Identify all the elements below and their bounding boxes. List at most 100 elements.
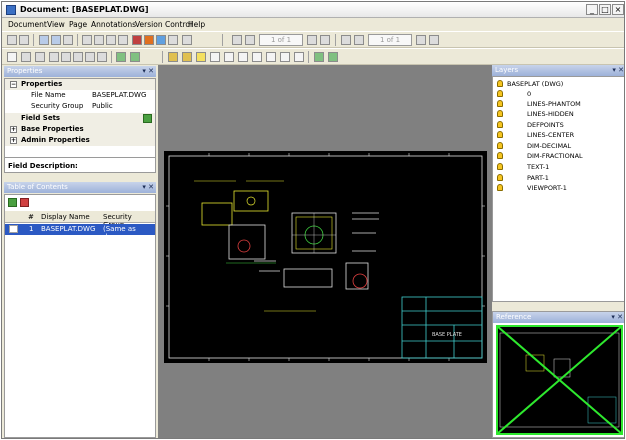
grid-view-icon[interactable] bbox=[63, 35, 73, 45]
light-bulb-icon[interactable] bbox=[497, 121, 503, 128]
menu-annotations[interactable]: Annotations bbox=[91, 20, 136, 29]
expand-icon[interactable]: + bbox=[10, 137, 17, 144]
next-page-icon[interactable] bbox=[307, 35, 317, 45]
search-icon[interactable] bbox=[182, 35, 192, 45]
light-bulb-icon[interactable] bbox=[497, 142, 503, 149]
property-value[interactable]: Public bbox=[92, 101, 113, 112]
menu-view[interactable]: View bbox=[47, 20, 65, 29]
layer-item[interactable]: TEXT-1 bbox=[493, 162, 624, 172]
property-value[interactable]: BASEPLAT.DWG bbox=[92, 90, 146, 101]
next-sheet-icon[interactable] bbox=[416, 35, 426, 45]
pan-hand-icon[interactable] bbox=[21, 52, 31, 62]
property-row[interactable]: Security Group Public bbox=[5, 101, 155, 112]
light-bulb-icon[interactable] bbox=[497, 100, 503, 107]
annotation-refresh-icon[interactable] bbox=[328, 52, 338, 62]
column-header-display-name[interactable]: Display Name bbox=[41, 213, 90, 221]
light-bulb-icon[interactable] bbox=[497, 174, 503, 181]
layer-item[interactable]: VIEWPORT-1 bbox=[493, 183, 624, 193]
capture-icon[interactable] bbox=[168, 35, 178, 45]
arrow-tool-icon[interactable] bbox=[224, 52, 234, 62]
rectangle-tool-icon[interactable] bbox=[238, 52, 248, 62]
line-tool-icon[interactable] bbox=[252, 52, 262, 62]
remove-icon[interactable] bbox=[20, 198, 29, 207]
layer-item[interactable]: DEFPOINTS bbox=[493, 120, 624, 130]
light-bulb-icon[interactable] bbox=[497, 184, 503, 191]
document-canvas[interactable]: BASE PLATE bbox=[158, 65, 492, 438]
pane-pin-close-icon[interactable]: ▾ ✕ bbox=[142, 66, 154, 77]
sync-icon[interactable] bbox=[130, 52, 140, 62]
property-group-admin-properties[interactable]: + Admin Properties bbox=[5, 135, 155, 146]
previous-sheet-icon[interactable] bbox=[354, 35, 364, 45]
pane-pin-close-icon[interactable]: ▾ ✕ bbox=[142, 182, 154, 193]
tools-icon[interactable] bbox=[118, 35, 128, 45]
light-bulb-icon[interactable] bbox=[497, 152, 503, 159]
light-bulb-icon[interactable] bbox=[497, 90, 503, 97]
add-field-set-icon[interactable] bbox=[143, 114, 152, 123]
single-page-icon[interactable] bbox=[39, 35, 49, 45]
maximize-button[interactable]: □ bbox=[599, 4, 611, 15]
zoom-icon[interactable] bbox=[35, 52, 45, 62]
layer-item[interactable]: DIM-DECIMAL bbox=[493, 141, 624, 151]
last-page-icon[interactable] bbox=[320, 35, 330, 45]
pane-pin-close-icon[interactable]: ▾ ✕ bbox=[612, 65, 624, 76]
property-row[interactable]: File Name BASEPLAT.DWG bbox=[5, 90, 155, 101]
light-bulb-icon[interactable] bbox=[497, 110, 503, 117]
ellipse-tool-icon[interactable] bbox=[280, 52, 290, 62]
add-icon[interactable] bbox=[8, 198, 17, 207]
fit-page-icon[interactable] bbox=[73, 52, 83, 62]
previous-page-icon[interactable] bbox=[245, 35, 255, 45]
zoom-out-icon[interactable] bbox=[61, 52, 71, 62]
last-sheet-icon[interactable] bbox=[429, 35, 439, 45]
collapse-icon[interactable]: − bbox=[10, 81, 17, 88]
table-row[interactable]: 1 BASEPLAT.DWG (Same as docu... bbox=[5, 224, 155, 241]
reference-thumbnail[interactable] bbox=[496, 325, 623, 435]
first-sheet-icon[interactable] bbox=[341, 35, 351, 45]
menu-document[interactable]: Document bbox=[8, 20, 47, 29]
menu-page[interactable]: Page bbox=[69, 20, 87, 29]
square-tool-icon[interactable] bbox=[266, 52, 276, 62]
close-button[interactable]: × bbox=[612, 4, 624, 15]
menu-version-control[interactable]: Version Control bbox=[135, 20, 192, 29]
layer-item[interactable]: LINES-PHANTOM bbox=[493, 99, 624, 109]
refresh-icon[interactable] bbox=[116, 52, 126, 62]
minimize-button[interactable]: _ bbox=[586, 4, 598, 15]
property-group-properties[interactable]: − Properties bbox=[5, 79, 155, 90]
light-bulb-icon[interactable] bbox=[497, 80, 503, 87]
annotation-sync-icon[interactable] bbox=[314, 52, 324, 62]
pane-pin-close-icon[interactable]: ▾ ✕ bbox=[611, 312, 623, 323]
sheet-number-display[interactable]: 1 of 1 bbox=[368, 34, 412, 46]
layer-item[interactable]: PART-1 bbox=[493, 173, 624, 183]
undo-icon[interactable] bbox=[106, 35, 116, 45]
polyline-tool-icon[interactable] bbox=[294, 52, 304, 62]
pencil-icon[interactable] bbox=[168, 52, 178, 62]
paste-icon[interactable] bbox=[94, 35, 104, 45]
note-icon[interactable] bbox=[196, 52, 206, 62]
light-bulb-icon[interactable] bbox=[497, 131, 503, 138]
print-icon[interactable] bbox=[7, 35, 17, 45]
column-header-number[interactable]: # bbox=[28, 213, 34, 221]
select-arrow-icon[interactable] bbox=[7, 52, 17, 62]
rotate-icon[interactable] bbox=[97, 52, 107, 62]
layer-root[interactable]: BASEPLAT (DWG) bbox=[493, 79, 624, 89]
layer-item[interactable]: DIM-FRACTIONAL bbox=[493, 151, 624, 161]
menu-help[interactable]: Help bbox=[188, 20, 205, 29]
copy-icon[interactable] bbox=[82, 35, 92, 45]
record-icon[interactable] bbox=[144, 35, 154, 45]
info-icon[interactable] bbox=[156, 35, 166, 45]
layer-item[interactable]: 0 bbox=[493, 89, 624, 99]
highlighter-icon[interactable] bbox=[182, 52, 192, 62]
save-icon[interactable] bbox=[19, 35, 29, 45]
two-page-icon[interactable] bbox=[51, 35, 61, 45]
expand-icon[interactable]: + bbox=[10, 126, 17, 133]
fit-width-icon[interactable] bbox=[85, 52, 95, 62]
property-group-base-properties[interactable]: + Base Properties bbox=[5, 124, 155, 135]
property-group-field-sets[interactable]: Field Sets bbox=[5, 113, 155, 124]
cad-drawing[interactable]: BASE PLATE bbox=[164, 151, 487, 363]
first-page-icon[interactable] bbox=[232, 35, 242, 45]
text-tool-icon[interactable] bbox=[210, 52, 220, 62]
zoom-in-icon[interactable] bbox=[49, 52, 59, 62]
layer-item[interactable]: LINES-HIDDEN bbox=[493, 109, 624, 119]
stamp-icon[interactable] bbox=[132, 35, 142, 45]
layer-item[interactable]: LINES-CENTER bbox=[493, 130, 624, 140]
light-bulb-icon[interactable] bbox=[497, 163, 503, 170]
